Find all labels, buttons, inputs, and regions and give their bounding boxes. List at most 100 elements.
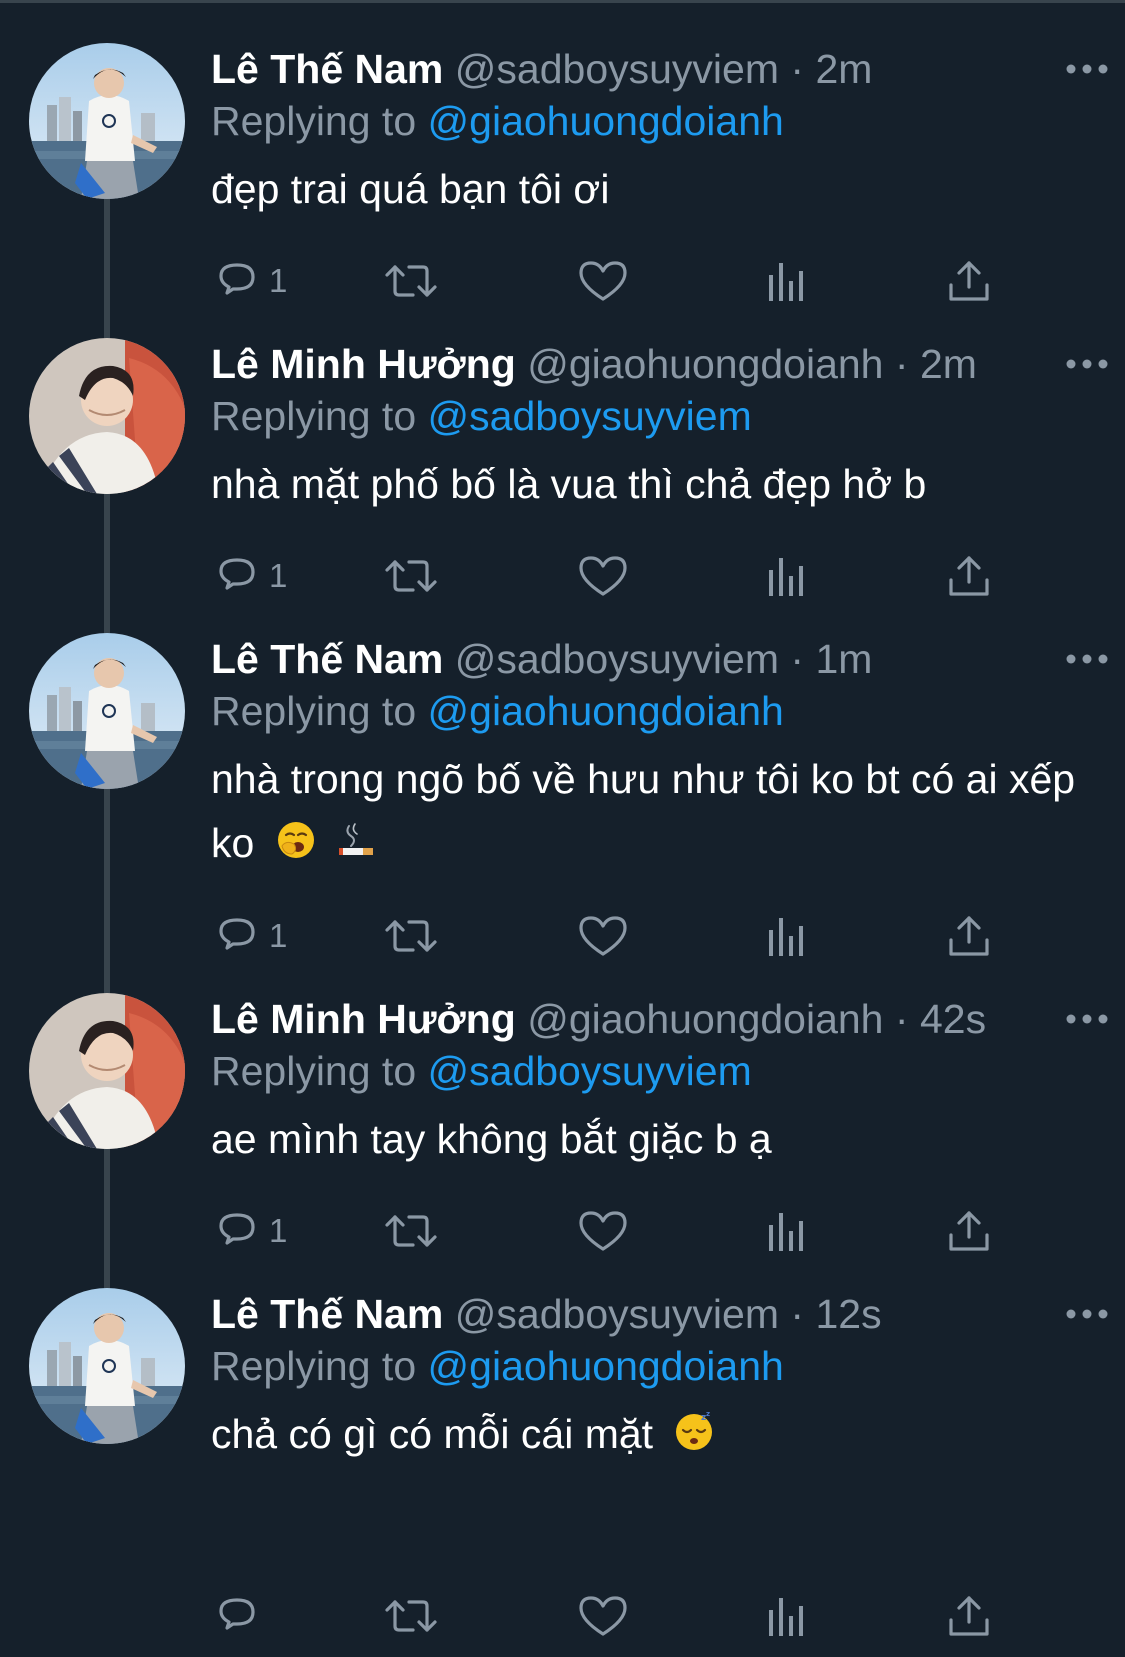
views-icon (769, 918, 803, 956)
retweet-button[interactable] (383, 1203, 439, 1259)
tweet-text-body: nhà mặt phố bố là vua thì chả đẹp hở b (211, 461, 927, 507)
retweet-icon (385, 1215, 437, 1247)
sleeping-face-emoji: z z (674, 1405, 714, 1469)
separator-dot: · (790, 1291, 805, 1337)
retweet-button[interactable] (383, 908, 439, 964)
avatar[interactable] (29, 1288, 185, 1444)
handle[interactable]: @sadboysuyviem (455, 46, 779, 92)
more-icon (1066, 359, 1108, 369)
top-divider (0, 0, 1125, 3)
views-icon (769, 1598, 803, 1636)
display-name[interactable]: Lê Minh Hưởng (211, 996, 516, 1042)
handle[interactable]: @sadboysuyviem (455, 1291, 779, 1337)
share-button[interactable] (945, 253, 993, 309)
mention-link[interactable]: @sadboysuyviem (428, 1048, 752, 1094)
tweet-text: chả có gì có mỗi cái mặt z z (211, 1402, 1081, 1469)
tweet-text-body: ae mình tay không bắt giặc b ạ (211, 1116, 772, 1162)
reply-button[interactable]: 1 (213, 908, 287, 964)
retweet-button[interactable] (383, 1588, 439, 1644)
retweet-icon (385, 265, 437, 297)
reply-button[interactable]: 1 (213, 548, 287, 604)
tweet-content: Lê Minh Hưởng @giaohuongdoianh · 42s Rep… (211, 993, 1091, 1171)
like-button[interactable] (577, 1203, 629, 1259)
heart-icon (579, 1596, 627, 1636)
timestamp[interactable]: 2m (920, 341, 977, 387)
share-icon (949, 1211, 989, 1251)
more-options-button[interactable] (1059, 639, 1115, 679)
more-options-button[interactable] (1059, 49, 1115, 89)
reply-button[interactable]: 1 (213, 1203, 287, 1259)
views-button[interactable] (765, 1588, 809, 1644)
reply-count: 1 (269, 917, 288, 954)
tweet-content: Lê Thế Nam @sadboysuyviem · 12s Replying… (211, 1288, 1091, 1469)
thread-connector (104, 782, 110, 994)
replying-to-line: Replying to @giaohuongdoianh (211, 685, 1091, 737)
svg-text:z: z (706, 1411, 710, 1418)
tweet-header: Lê Thế Nam @sadboysuyviem · 12s (211, 1288, 1091, 1340)
handle[interactable]: @giaohuongdoianh (527, 996, 883, 1042)
avatar[interactable] (29, 338, 185, 494)
like-button[interactable] (577, 253, 629, 309)
share-button[interactable] (945, 548, 993, 604)
retweet-button[interactable] (383, 253, 439, 309)
display-name[interactable]: Lê Thế Nam (211, 46, 443, 92)
retweet-icon (385, 1600, 437, 1632)
more-options-button[interactable] (1059, 344, 1115, 384)
display-name[interactable]: Lê Thế Nam (211, 636, 443, 682)
thread-connector (104, 1142, 110, 1290)
reply-icon (219, 1213, 255, 1245)
tweet-header: Lê Thế Nam @sadboysuyviem · 1m (211, 633, 1091, 685)
heart-icon (579, 261, 627, 301)
tweet-content: Lê Minh Hưởng @giaohuongdoianh · 2m Repl… (211, 338, 1091, 516)
tweet-content: Lê Thế Nam @sadboysuyviem · 1m Replying … (211, 633, 1091, 878)
retweet-button[interactable] (383, 548, 439, 604)
cigarette-emoji (337, 814, 381, 878)
handle[interactable]: @giaohuongdoianh (527, 341, 883, 387)
views-button[interactable] (765, 253, 809, 309)
like-button[interactable] (577, 1588, 629, 1644)
avatar[interactable] (29, 993, 185, 1149)
separator-dot: · (790, 46, 805, 92)
tweet-text-body: chả có gì có mỗi cái mặt (211, 1411, 654, 1457)
reply-button[interactable] (213, 1588, 269, 1644)
tweet-text: nhà mặt phố bố là vua thì chả đẹp hở b (211, 452, 1081, 516)
more-icon (1066, 1014, 1108, 1024)
views-button[interactable] (765, 548, 809, 604)
share-icon (949, 1596, 989, 1636)
timestamp[interactable]: 2m (815, 46, 872, 92)
timestamp[interactable]: 12s (815, 1291, 881, 1337)
tweet-text-body: đẹp trai quá bạn tôi ơi (211, 166, 610, 212)
reply-count: 1 (269, 557, 288, 594)
views-button[interactable] (765, 908, 809, 964)
share-button[interactable] (945, 908, 993, 964)
replying-to-line: Replying to @sadboysuyviem (211, 390, 1091, 442)
retweet-icon (385, 920, 437, 952)
tweet-actions: 1 (211, 253, 991, 309)
share-button[interactable] (945, 1203, 993, 1259)
mention-link[interactable]: @giaohuongdoianh (428, 688, 784, 734)
views-button[interactable] (765, 1203, 809, 1259)
mention-link[interactable]: @giaohuongdoianh (428, 1343, 784, 1389)
handle[interactable]: @sadboysuyviem (455, 636, 779, 682)
display-name[interactable]: Lê Thế Nam (211, 1291, 443, 1337)
timestamp[interactable]: 1m (815, 636, 872, 682)
thread-connector (104, 192, 110, 340)
reply-button[interactable]: 1 (213, 253, 287, 309)
replying-to-label: Replying to (211, 1048, 417, 1094)
more-options-button[interactable] (1059, 1294, 1115, 1334)
share-icon (949, 916, 989, 956)
timestamp[interactable]: 42s (920, 996, 986, 1042)
avatar[interactable] (29, 633, 185, 789)
mention-link[interactable]: @sadboysuyviem (428, 393, 752, 439)
like-button[interactable] (577, 908, 629, 964)
mention-link[interactable]: @giaohuongdoianh (428, 98, 784, 144)
avatar[interactable] (29, 43, 185, 199)
tweet-text: ae mình tay không bắt giặc b ạ (211, 1107, 1081, 1171)
more-options-button[interactable] (1059, 999, 1115, 1039)
like-button[interactable] (577, 548, 629, 604)
separator-dot: · (790, 636, 805, 682)
replying-to-line: Replying to @giaohuongdoianh (211, 1340, 1091, 1392)
views-icon (769, 263, 803, 301)
display-name[interactable]: Lê Minh Hưởng (211, 341, 516, 387)
share-button[interactable] (945, 1588, 993, 1644)
